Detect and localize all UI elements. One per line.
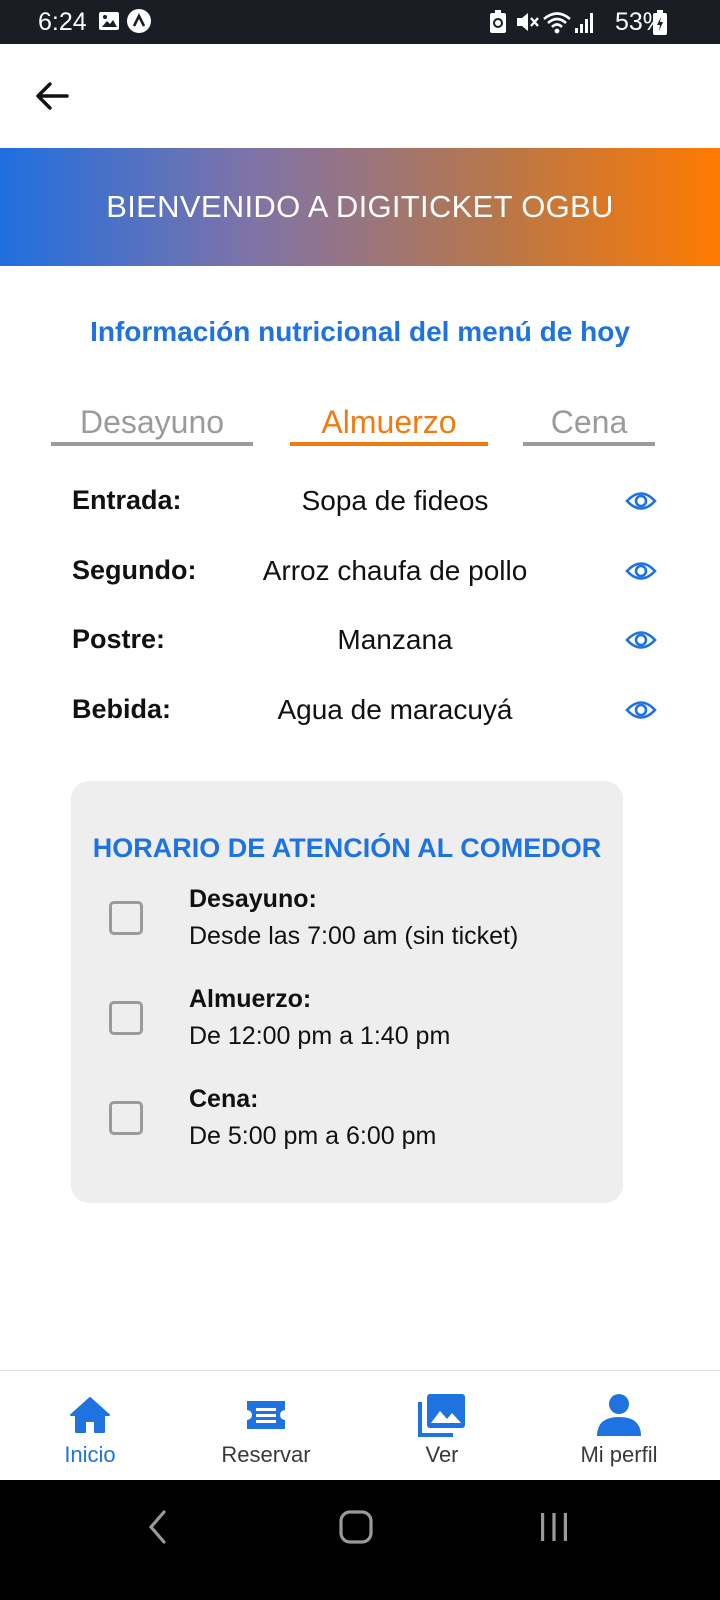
gallery-icon [352, 1391, 532, 1439]
menu-item-value: Agua de maracuyá [277, 694, 513, 725]
schedule-item-almuerzo: Almuerzo: De 12:00 pm a 1:40 pm [71, 985, 623, 1065]
recents-icon [541, 1513, 567, 1541]
menu-item-bebida: Bebida: Agua de maracuyá [70, 688, 660, 732]
nav-label: Ver [425, 1442, 459, 1467]
image-icon [98, 10, 120, 37]
tab-underline [51, 442, 253, 446]
schedule-card: HORARIO DE ATENCIÓN AL COMEDOR Desayuno:… [71, 781, 623, 1203]
eye-icon[interactable] [622, 692, 660, 728]
mute-icon [514, 10, 540, 39]
system-back-button[interactable] [118, 1500, 198, 1554]
schedule-item-time: De 12:00 pm a 1:40 pm [189, 1022, 451, 1050]
nav-label: Mi perfil [580, 1442, 658, 1467]
menu-item-label: Segundo: [72, 555, 197, 585]
wifi-icon [542, 10, 572, 39]
banner-title: BIENVENIDO A DIGITICKET OGBU [106, 189, 614, 224]
person-icon [529, 1391, 709, 1439]
menu-item-label: Bebida: [72, 694, 172, 724]
menu-item-label: Postre: [72, 624, 166, 654]
home-square-icon [339, 1510, 373, 1544]
arrow-left-icon [36, 82, 69, 110]
system-recents-button[interactable] [514, 1500, 594, 1554]
bottom-nav: Inicio Reservar Ver Mi perfil [0, 1370, 720, 1480]
recycle-icon [488, 10, 508, 39]
tab-cena[interactable]: Cena [523, 400, 655, 446]
nav-reservar[interactable]: Reservar [176, 1371, 356, 1481]
status-bar: 6:24 53% [0, 0, 720, 44]
tab-label: Desayuno [79, 404, 225, 440]
schedule-item-name: Desayuno: [189, 885, 317, 913]
system-nav-bar [0, 1480, 720, 1600]
schedule-item-time: Desde las 7:00 am (sin ticket) [189, 922, 519, 950]
eye-icon[interactable] [622, 553, 660, 589]
app-a-icon [126, 8, 152, 39]
schedule-item-cena: Cena: De 5:00 pm a 6:00 pm [71, 1085, 623, 1165]
tab-almuerzo[interactable]: Almuerzo [290, 400, 488, 446]
schedule-item-desayuno: Desayuno: Desde las 7:00 am (sin ticket) [71, 885, 623, 965]
nav-label: Inicio [64, 1442, 116, 1467]
welcome-banner: BIENVENIDO A DIGITICKET OGBU [0, 148, 720, 266]
back-button[interactable] [30, 74, 74, 118]
menu-item-entrada: Entrada: Sopa de fideos [70, 479, 660, 523]
menu-item-value: Sopa de fideos [301, 485, 489, 516]
eye-icon[interactable] [622, 622, 660, 658]
tab-label: Almuerzo [321, 404, 457, 440]
status-time: 6:24 [38, 8, 87, 36]
menu-item-value: Arroz chaufa de pollo [262, 555, 528, 586]
nav-inicio[interactable]: Inicio [0, 1371, 180, 1481]
app-bar [0, 44, 720, 148]
schedule-checkbox[interactable] [109, 1101, 143, 1135]
chevron-left-icon [148, 1510, 166, 1544]
schedule-checkbox[interactable] [109, 901, 143, 935]
home-icon [0, 1391, 180, 1439]
schedule-item-name: Cena: [189, 1085, 259, 1113]
menu-item-value: Manzana [337, 624, 453, 655]
menu-item-segundo: Segundo: Arroz chaufa de pollo [70, 549, 660, 593]
menu-item-label: Entrada: [72, 485, 182, 515]
nav-ver[interactable]: Ver [352, 1371, 532, 1481]
tab-label: Cena [550, 404, 628, 440]
nutrition-section-title: Información nutricional del menú de hoy [90, 316, 630, 347]
schedule-title: HORARIO DE ATENCIÓN AL COMEDOR [92, 833, 602, 863]
schedule-item-name: Almuerzo: [189, 985, 312, 1013]
menu-item-postre: Postre: Manzana [70, 618, 660, 662]
nav-label: Reservar [221, 1442, 311, 1467]
tab-desayuno[interactable]: Desayuno [51, 400, 253, 446]
schedule-item-time: De 5:00 pm a 6:00 pm [189, 1122, 437, 1150]
ticket-icon [176, 1391, 356, 1439]
eye-icon[interactable] [622, 483, 660, 519]
tab-underline [290, 442, 488, 446]
schedule-checkbox[interactable] [109, 1001, 143, 1035]
tab-underline [523, 442, 655, 446]
system-home-button[interactable] [316, 1500, 396, 1554]
signal-icon [574, 10, 596, 39]
battery-icon [652, 10, 668, 41]
nav-mi-perfil[interactable]: Mi perfil [529, 1371, 709, 1481]
